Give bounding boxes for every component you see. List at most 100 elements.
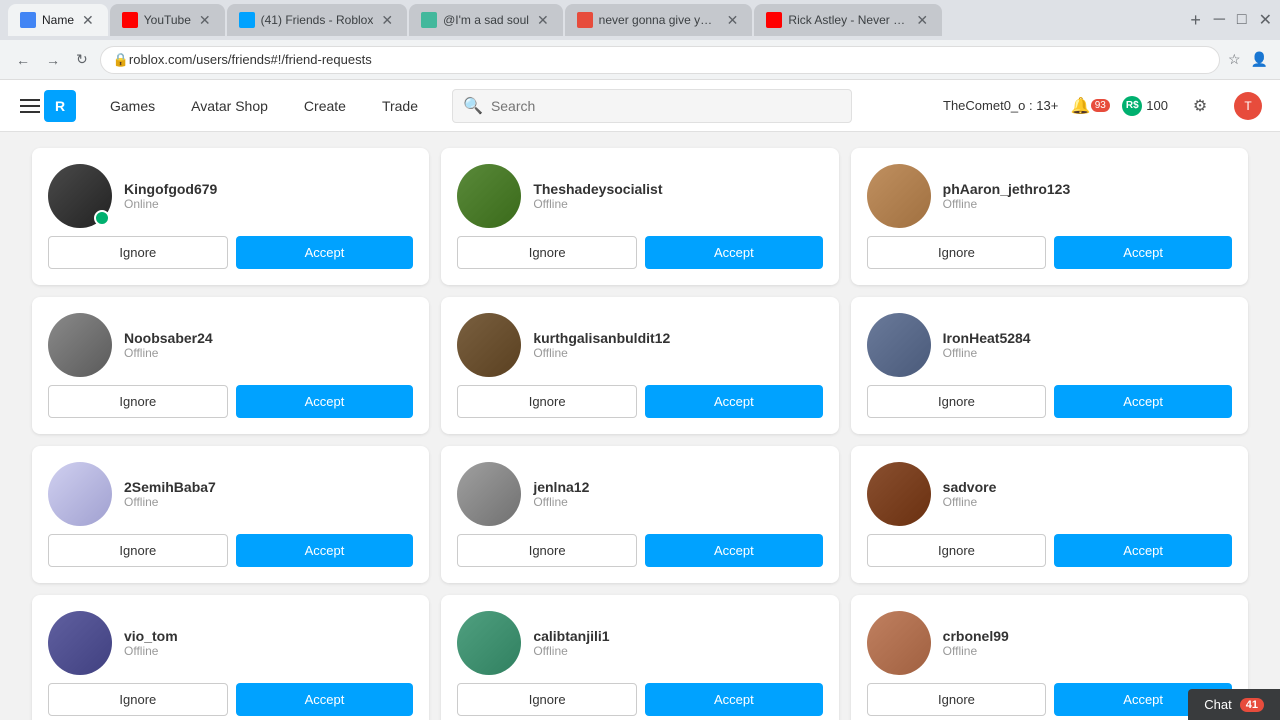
robux-amount: 100 xyxy=(1146,98,1168,113)
ignore-button[interactable]: Ignore xyxy=(867,236,1047,269)
tab-t4[interactable]: @I'm a sad soul ✕ xyxy=(409,4,563,36)
notifications-button[interactable]: 🔔93 xyxy=(1074,90,1106,122)
avatar-container xyxy=(48,164,112,228)
accept-button[interactable]: Accept xyxy=(236,385,414,418)
search-input[interactable] xyxy=(491,98,841,114)
tab-close-icon[interactable]: ✕ xyxy=(80,12,96,29)
minimize-button[interactable]: ─ xyxy=(1214,11,1225,29)
ignore-button[interactable]: Ignore xyxy=(867,385,1047,418)
reload-button[interactable]: ↻ xyxy=(72,47,92,72)
ignore-button[interactable]: Ignore xyxy=(457,236,637,269)
friends-grid: Kingofgod679 Online Ignore Accept Thesha… xyxy=(32,148,1248,720)
back-button[interactable]: ← xyxy=(12,48,34,72)
status-badge: Online xyxy=(124,197,217,211)
friend-card-f1: Kingofgod679 Online Ignore Accept xyxy=(32,148,429,285)
accept-button[interactable]: Accept xyxy=(236,236,414,269)
card-top: IronHeat5284 Offline xyxy=(867,313,1232,377)
tab-t6[interactable]: Rick Astley - Never Gonna G... ✕ xyxy=(754,4,942,36)
nav-avatar-shop[interactable]: Avatar Shop xyxy=(173,80,286,132)
ignore-button[interactable]: Ignore xyxy=(457,683,637,716)
address-bar[interactable]: 🔒 roblox.com/users/friends#!/friend-requ… xyxy=(100,46,1220,74)
tab-close-icon[interactable]: ✕ xyxy=(725,12,741,29)
avatar-button[interactable]: T xyxy=(1232,90,1264,122)
tab-close-icon[interactable]: ✕ xyxy=(914,12,930,29)
avatar-container xyxy=(867,164,931,228)
avatar xyxy=(457,611,521,675)
tab-favicon xyxy=(122,12,138,28)
accept-button[interactable]: Accept xyxy=(1054,534,1232,567)
card-top: phAaron_jethro123 Offline xyxy=(867,164,1232,228)
tab-title: @I'm a sad soul xyxy=(443,13,529,27)
profile-icon[interactable]: 👤 xyxy=(1251,51,1268,68)
username: calibtanjili1 xyxy=(533,628,609,644)
browser-chrome: Name ✕ YouTube ✕ (41) Friends - Roblox ✕… xyxy=(0,0,1280,40)
tab-t5[interactable]: never gonna give you up lyr... ✕ xyxy=(565,4,753,36)
search-bar[interactable]: 🔍 xyxy=(452,89,852,123)
friend-card-f5: kurthgalisanbuldit12 Offline Ignore Acce… xyxy=(441,297,838,434)
avatar xyxy=(867,462,931,526)
tab-close-icon[interactable]: ✕ xyxy=(197,12,213,29)
ignore-button[interactable]: Ignore xyxy=(48,385,228,418)
username: Theshadeysocialist xyxy=(533,181,662,197)
forward-button[interactable]: → xyxy=(42,48,64,72)
card-top: crbonel99 Offline xyxy=(867,611,1232,675)
nav-games[interactable]: Games xyxy=(92,80,173,132)
accept-button[interactable]: Accept xyxy=(645,236,823,269)
accept-button[interactable]: Accept xyxy=(645,385,823,418)
status-badge: Offline xyxy=(533,346,670,360)
ignore-button[interactable]: Ignore xyxy=(457,534,637,567)
new-tab-button[interactable]: + xyxy=(1182,6,1210,34)
accept-button[interactable]: Accept xyxy=(236,683,414,716)
friend-card-f11: calibtanjili1 Offline Ignore Accept xyxy=(441,595,838,720)
avatar xyxy=(867,313,931,377)
chat-button[interactable]: Chat 41 xyxy=(1188,689,1280,720)
accept-button[interactable]: Accept xyxy=(236,534,414,567)
avatar-container xyxy=(48,313,112,377)
avatar xyxy=(48,313,112,377)
ignore-button[interactable]: Ignore xyxy=(48,236,228,269)
ignore-button[interactable]: Ignore xyxy=(867,534,1047,567)
user-text: sadvore Offline xyxy=(943,479,997,509)
accept-button[interactable]: Accept xyxy=(1054,236,1232,269)
tab-close-icon[interactable]: ✕ xyxy=(379,12,395,29)
user-text: Noobsaber24 Offline xyxy=(124,330,213,360)
tab-favicon xyxy=(20,12,36,28)
bookmark-icon[interactable]: ☆ xyxy=(1228,51,1241,68)
robux-display[interactable]: R$ 100 xyxy=(1122,96,1168,116)
card-buttons: Ignore Accept xyxy=(48,683,413,716)
hamburger-menu[interactable] xyxy=(16,95,44,117)
nav-create[interactable]: Create xyxy=(286,80,364,132)
username: crbonel99 xyxy=(943,628,1009,644)
online-badge xyxy=(94,210,110,226)
accept-button[interactable]: Accept xyxy=(645,534,823,567)
status-badge: Offline xyxy=(943,346,1031,360)
tab-t3[interactable]: (41) Friends - Roblox ✕ xyxy=(227,4,407,36)
accept-button[interactable]: Accept xyxy=(645,683,823,716)
settings-button[interactable]: ⚙ xyxy=(1184,90,1216,122)
ignore-button[interactable]: Ignore xyxy=(48,683,228,716)
card-top: calibtanjili1 Offline xyxy=(457,611,822,675)
avatar-container xyxy=(48,611,112,675)
tab-favicon xyxy=(577,12,593,28)
lock-icon: 🔒 xyxy=(113,52,129,68)
ignore-button[interactable]: Ignore xyxy=(457,385,637,418)
ignore-button[interactable]: Ignore xyxy=(867,683,1047,716)
accept-button[interactable]: Accept xyxy=(1054,385,1232,418)
username: Noobsaber24 xyxy=(124,330,213,346)
browser-controls: ─ □ ✕ xyxy=(1214,10,1272,30)
tab-close-icon[interactable]: ✕ xyxy=(535,12,551,29)
address-bar-row: ← → ↻ 🔒 roblox.com/users/friends#!/frien… xyxy=(0,40,1280,80)
ignore-button[interactable]: Ignore xyxy=(48,534,228,567)
avatar-container xyxy=(867,313,931,377)
main-content: Kingofgod679 Online Ignore Accept Thesha… xyxy=(0,132,1280,720)
maximize-button[interactable]: □ xyxy=(1237,11,1247,29)
avatar-container xyxy=(457,462,521,526)
roblox-logo: R xyxy=(44,90,76,122)
card-top: Kingofgod679 Online xyxy=(48,164,413,228)
nav-trade[interactable]: Trade xyxy=(364,80,436,132)
close-button[interactable]: ✕ xyxy=(1259,10,1272,30)
tab-t1[interactable]: Name ✕ xyxy=(8,4,108,36)
card-top: sadvore Offline xyxy=(867,462,1232,526)
tab-t2[interactable]: YouTube ✕ xyxy=(110,4,225,36)
user-text: 2SemihBaba7 Offline xyxy=(124,479,216,509)
